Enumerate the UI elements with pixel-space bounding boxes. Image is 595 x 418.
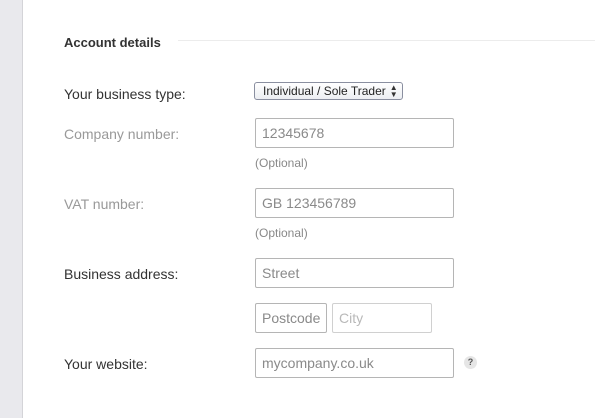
vat-number-label: VAT number:	[64, 196, 145, 212]
city-input[interactable]	[332, 303, 432, 333]
company-number-label: Company number:	[64, 126, 180, 142]
vat-number-input[interactable]	[255, 188, 454, 218]
website-label: Your website:	[64, 356, 148, 372]
business-address-label: Business address:	[64, 266, 179, 282]
help-icon[interactable]: ?	[464, 356, 477, 369]
left-panel-edge	[0, 0, 23, 418]
business-type-selected-value: Individual / Sole Trader	[263, 84, 386, 98]
street-input[interactable]	[255, 258, 454, 288]
company-number-hint: (Optional)	[255, 156, 308, 170]
postcode-input[interactable]	[255, 303, 327, 333]
business-type-label: Your business type:	[64, 86, 186, 102]
select-arrows-icon: ▲ ▼	[389, 83, 398, 99]
vat-number-hint: (Optional)	[255, 226, 308, 240]
business-type-select[interactable]: Individual / Sole Trader ▲ ▼	[254, 82, 403, 100]
section-title: Account details	[64, 35, 161, 50]
section-divider	[178, 40, 595, 41]
website-input[interactable]	[255, 348, 454, 378]
company-number-input[interactable]	[255, 118, 454, 148]
